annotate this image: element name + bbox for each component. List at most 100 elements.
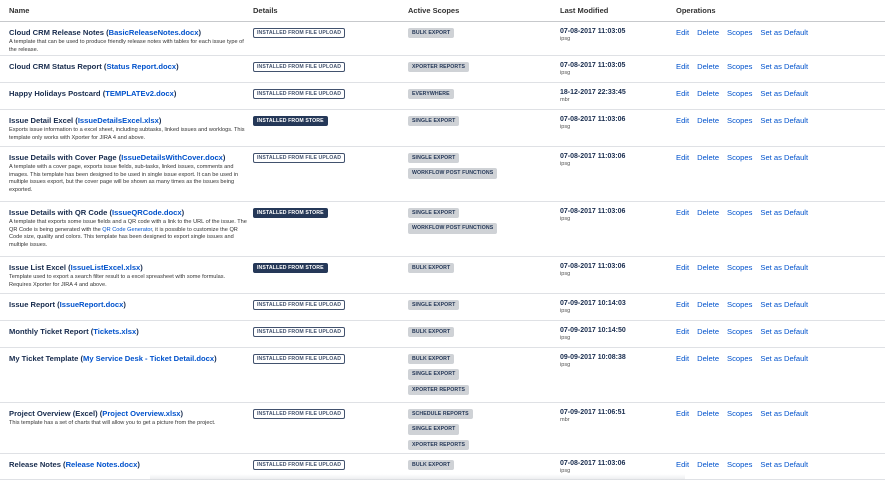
table-row: Issue Detail Excel (IssueDetailsExcel.xl…	[0, 110, 885, 147]
scopes-link[interactable]: Scopes	[727, 327, 752, 347]
template-file-link[interactable]: TEMPLATEv2.docx	[105, 89, 174, 98]
delete-link[interactable]: Delete	[697, 409, 719, 453]
set-as-default-link[interactable]: Set as Default	[760, 460, 808, 479]
scopes-link[interactable]: Scopes	[727, 62, 752, 82]
delete-link[interactable]: Delete	[697, 263, 719, 293]
template-file-link[interactable]: Project Overview.xlsx	[102, 409, 180, 418]
edit-link[interactable]: Edit	[676, 208, 689, 256]
template-description: A template that exports some issue field…	[9, 219, 247, 249]
set-as-default-link[interactable]: Set as Default	[760, 409, 808, 453]
template-file-link[interactable]: My Service Desk - Ticket Detail.docx	[83, 354, 214, 363]
scopes-link[interactable]: Scopes	[727, 409, 752, 453]
set-as-default-link[interactable]: Set as Default	[760, 62, 808, 82]
scopes-link[interactable]: Scopes	[727, 263, 752, 293]
operations-cell: Edit Delete Scopes Set as Default	[676, 22, 885, 55]
name-cell: Issue List Excel (IssueListExcel.xlsx) Te…	[0, 257, 253, 293]
modified-date: 07-09-2017 10:14:03	[560, 300, 626, 307]
template-name: Project Overview (Excel) (Project Overvi…	[9, 409, 184, 418]
edit-link[interactable]: Edit	[676, 89, 689, 109]
modified-date: 07-08-2017 11:03:05	[560, 62, 626, 69]
scopes-link[interactable]: Scopes	[727, 354, 752, 402]
name-cell: Cloud CRM Release Notes (BasicReleaseNot…	[0, 22, 253, 55]
template-file-link[interactable]: IssueReport.docx	[60, 300, 124, 309]
template-file-link[interactable]: IssueListExcel.xlsx	[71, 263, 141, 272]
modified-user: ipsg	[560, 36, 571, 42]
template-file-link[interactable]: Status Report.docx	[106, 62, 176, 71]
delete-link[interactable]: Delete	[697, 28, 719, 55]
delete-link[interactable]: Delete	[697, 460, 719, 479]
header-name[interactable]: Name	[0, 6, 253, 15]
delete-link[interactable]: Delete	[697, 208, 719, 256]
template-file-link[interactable]: BasicReleaseNotes.docx	[109, 28, 199, 37]
delete-link[interactable]: Delete	[697, 354, 719, 402]
set-as-default-link[interactable]: Set as Default	[760, 327, 808, 347]
modified-cell: 07-08-2017 11:03:06 ipsg	[560, 110, 676, 146]
edit-link[interactable]: Edit	[676, 116, 689, 146]
details-cell: INSTALLED FROM STORE	[253, 257, 408, 293]
template-file-link[interactable]: IssueQRCode.docx	[112, 208, 182, 217]
modified-user: ipsg	[560, 70, 571, 76]
template-name: My Ticket Template (My Service Desk - Ti…	[9, 354, 217, 363]
set-as-default-link[interactable]: Set as Default	[760, 28, 808, 55]
delete-link[interactable]: Delete	[697, 62, 719, 82]
edit-link[interactable]: Edit	[676, 153, 689, 201]
qr-code-generator-link[interactable]: QR Code Generator	[102, 227, 152, 233]
delete-link[interactable]: Delete	[697, 327, 719, 347]
set-as-default-link[interactable]: Set as Default	[760, 354, 808, 402]
header-active-scopes[interactable]: Active Scopes	[408, 6, 560, 15]
install-source-lozenge: INSTALLED FROM STORE	[253, 263, 328, 274]
scopes-link[interactable]: Scopes	[727, 153, 752, 201]
edit-link[interactable]: Edit	[676, 300, 689, 320]
table-row: My Ticket Template (My Service Desk - Ti…	[0, 348, 885, 403]
details-cell: INSTALLED FROM FILE UPLOAD	[253, 22, 408, 55]
name-cell: Monthly Ticket Report (Tickets.xlsx)	[0, 321, 253, 347]
set-as-default-link[interactable]: Set as Default	[760, 89, 808, 109]
scopes-link[interactable]: Scopes	[727, 460, 752, 479]
scopes-link[interactable]: Scopes	[727, 300, 752, 320]
table-row: Project Overview (Excel) (Project Overvi…	[0, 403, 885, 454]
scope-lozenge: BULK EXPORT	[408, 460, 455, 471]
modified-user: ipsg	[560, 335, 571, 341]
header-last-modified[interactable]: Last Modified	[560, 6, 676, 15]
header-details[interactable]: Details	[253, 6, 408, 15]
delete-link[interactable]: Delete	[697, 153, 719, 201]
modified-cell: 07-09-2017 10:14:50 ipsg	[560, 321, 676, 347]
delete-link[interactable]: Delete	[697, 89, 719, 109]
edit-link[interactable]: Edit	[676, 62, 689, 82]
template-file-link[interactable]: IssueDetailsWithCover.docx	[121, 153, 223, 162]
scope-lozenge: SCHEDULE REPORTS	[408, 409, 473, 420]
template-name: Issue Report (IssueReport.docx)	[9, 300, 126, 309]
details-cell: INSTALLED FROM FILE UPLOAD	[253, 321, 408, 347]
scopes-link[interactable]: Scopes	[727, 208, 752, 256]
set-as-default-link[interactable]: Set as Default	[760, 263, 808, 293]
edit-link[interactable]: Edit	[676, 28, 689, 55]
template-title: Issue Details with Cover Page	[9, 153, 117, 162]
template-file-link[interactable]: IssueDetailsExcel.xlsx	[78, 116, 159, 125]
edit-link[interactable]: Edit	[676, 409, 689, 453]
install-source-lozenge: INSTALLED FROM FILE UPLOAD	[253, 153, 346, 164]
edit-link[interactable]: Edit	[676, 354, 689, 402]
template-file-link[interactable]: Release Notes.docx	[66, 460, 138, 469]
edit-link[interactable]: Edit	[676, 327, 689, 347]
modified-user: ipsg	[560, 161, 571, 167]
modified-date: 07-08-2017 11:03:06	[560, 116, 626, 123]
set-as-default-link[interactable]: Set as Default	[760, 208, 808, 256]
set-as-default-link[interactable]: Set as Default	[760, 153, 808, 201]
scopes-cell: XPORTER REPORTS	[408, 56, 560, 82]
scope-lozenge: WORKFLOW POST FUNCTIONS	[408, 223, 498, 234]
delete-link[interactable]: Delete	[697, 116, 719, 146]
modified-date: 18-12-2017 22:33:45	[560, 89, 626, 96]
set-as-default-link[interactable]: Set as Default	[760, 116, 808, 146]
template-file-link[interactable]: Tickets.xlsx	[93, 327, 136, 336]
template-name: Cloud CRM Release Notes (BasicReleaseNot…	[9, 28, 202, 37]
set-as-default-link[interactable]: Set as Default	[760, 300, 808, 320]
table-row: Monthly Ticket Report (Tickets.xlsx) INST…	[0, 321, 885, 348]
scopes-link[interactable]: Scopes	[727, 89, 752, 109]
modified-cell: 07-08-2017 11:03:05 ipsg	[560, 56, 676, 82]
operations-cell: Edit Delete Scopes Set as Default	[676, 202, 885, 256]
table-row: Cloud CRM Status Report (Status Report.d…	[0, 56, 885, 83]
scopes-link[interactable]: Scopes	[727, 116, 752, 146]
delete-link[interactable]: Delete	[697, 300, 719, 320]
edit-link[interactable]: Edit	[676, 263, 689, 293]
scopes-link[interactable]: Scopes	[727, 28, 752, 55]
